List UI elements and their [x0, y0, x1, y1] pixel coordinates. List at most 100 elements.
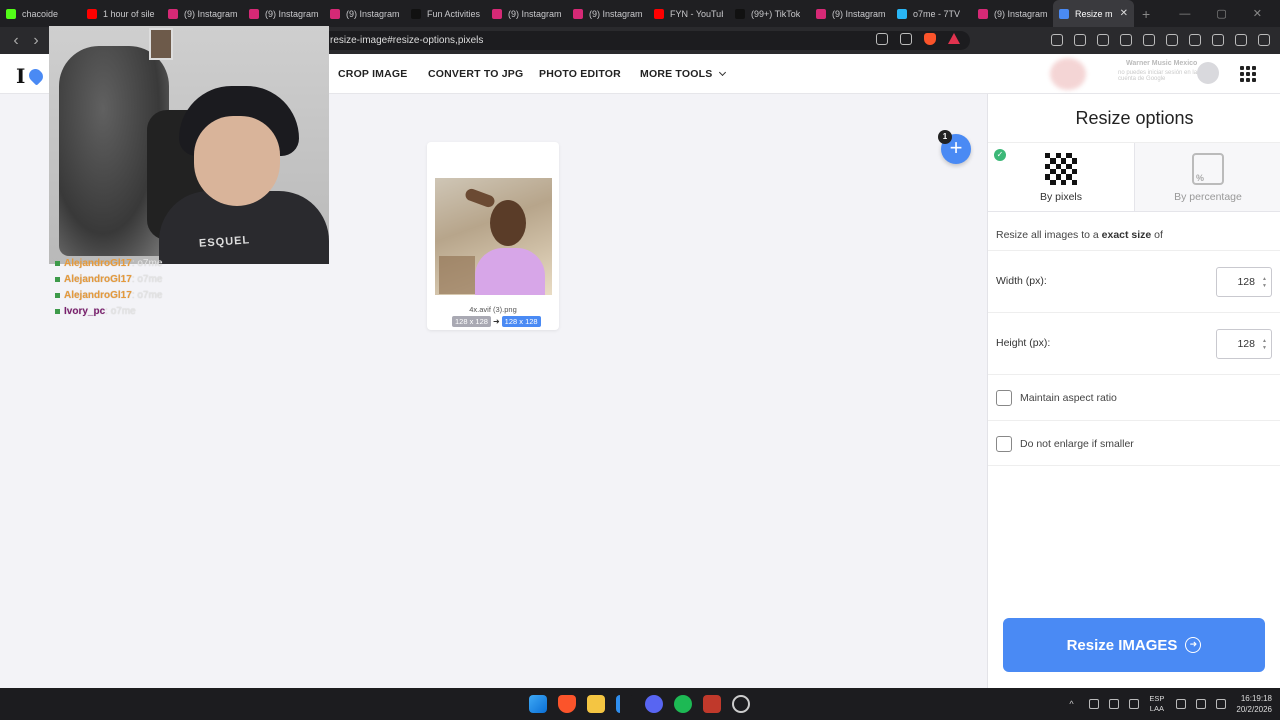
- chat-text: : o7me: [131, 258, 163, 269]
- share-icon[interactable]: [900, 33, 912, 45]
- original-dimensions: 128 x 128: [452, 316, 491, 327]
- tab-title: (9) Instagram: [832, 8, 885, 19]
- tab-title: Resize m: [1075, 8, 1113, 19]
- language-indicator[interactable]: ESP LAA: [1149, 694, 1164, 714]
- tab-title: (9) Instagram: [265, 8, 318, 19]
- sync-icon[interactable]: [1109, 699, 1120, 709]
- nav-crop-image[interactable]: CROP IMAGE: [338, 68, 407, 80]
- onedrive-icon[interactable]: [1089, 699, 1100, 709]
- maximize-icon[interactable]: ▢: [1216, 7, 1226, 20]
- width-value: 128: [1237, 276, 1255, 288]
- badge-icon: [55, 293, 60, 298]
- tab-by-percentage[interactable]: % By percentage: [1134, 143, 1280, 211]
- menu-icon[interactable]: [1258, 34, 1270, 46]
- tab-instagram[interactable]: (9) Instagram: [486, 0, 567, 27]
- site-logo[interactable]: I: [16, 64, 46, 88]
- minimize-icon[interactable]: —: [1179, 8, 1190, 20]
- tab-title: (9) Instagram: [589, 8, 642, 19]
- tab-youtube[interactable]: 1 hour of sile: [81, 0, 162, 27]
- chat-text: : o7me: [105, 306, 136, 317]
- chevron-up-icon[interactable]: ^: [1069, 699, 1079, 709]
- nav-photo-editor[interactable]: PHOTO EDITOR: [539, 68, 621, 80]
- tab-instagram[interactable]: (9) Instagram: [810, 0, 891, 27]
- arrow-right-icon: ➜: [492, 317, 500, 326]
- puzzle-icon[interactable]: [1074, 34, 1086, 46]
- file-dimensions: 128 x 128 ➜ 128 x 128: [452, 316, 541, 327]
- spinner-icon[interactable]: ▲ ▼: [1262, 338, 1267, 352]
- tab-title: FYN - YouTub: [670, 8, 723, 19]
- new-tab-button[interactable]: +: [1142, 6, 1150, 22]
- screenshot-icon[interactable]: [1097, 34, 1109, 46]
- apps-grid-icon[interactable]: [1240, 66, 1256, 82]
- translate-icon[interactable]: [876, 33, 888, 45]
- close-tab-icon[interactable]: ✕: [1120, 8, 1128, 19]
- leo-icon[interactable]: [1212, 34, 1224, 46]
- tab-by-pixels[interactable]: ✓ By pixels: [988, 143, 1134, 211]
- windows-start-icon[interactable]: [529, 695, 547, 713]
- kick-icon: [6, 8, 16, 19]
- extension-icon[interactable]: [1051, 34, 1063, 46]
- spinner-icon[interactable]: ▲ ▼: [1262, 276, 1267, 290]
- voicemeeter-icon[interactable]: [703, 695, 721, 713]
- close-window-icon[interactable]: ✕: [1253, 7, 1262, 20]
- no-enlarge-checkbox[interactable]: [996, 436, 1012, 452]
- microphone-icon[interactable]: [1129, 699, 1140, 709]
- heart-logo-icon: [26, 66, 46, 86]
- youtube-icon: [87, 8, 97, 19]
- height-input[interactable]: 128 ▲ ▼: [1216, 329, 1272, 359]
- promo-line-2: no puedes iniciar sesión en la cuenta de…: [1118, 70, 1198, 82]
- nav-more-tools-label: MORE TOOLS: [640, 68, 713, 80]
- windows-taskbar: ^ ESP LAA 16:19:18 20/2/2026: [0, 688, 1280, 720]
- instagram-icon: [168, 8, 178, 19]
- nav-more-tools[interactable]: MORE TOOLS: [640, 68, 727, 80]
- clock[interactable]: 16:19:18 20/2/2026: [1236, 693, 1272, 715]
- spotify-icon[interactable]: [674, 695, 692, 713]
- user-account-icon[interactable]: [1197, 62, 1219, 84]
- chat-username: Ivory_pc: [64, 306, 106, 317]
- file-explorer-icon[interactable]: [587, 695, 605, 713]
- maintain-aspect-checkbox[interactable]: [996, 390, 1012, 406]
- brave-rewards-icon[interactable]: [948, 33, 960, 44]
- brave-shields-icon[interactable]: [924, 33, 936, 45]
- brave-app-icon[interactable]: [558, 695, 576, 713]
- tab-instagram[interactable]: (9) Instagram: [972, 0, 1053, 27]
- address-bar[interactable]: resize-image#resize-options,pixels: [310, 31, 970, 50]
- bing-icon[interactable]: [616, 695, 634, 713]
- ilovepdf-icon: [1059, 8, 1069, 19]
- instagram-icon: [330, 8, 340, 19]
- tab-tiktok[interactable]: Fun Activities: [405, 0, 486, 27]
- network-icon[interactable]: [1176, 699, 1187, 709]
- image-thumbnail: [435, 178, 552, 295]
- tab-tiktok[interactable]: (99+) TikTok: [729, 0, 810, 27]
- wallet-icon[interactable]: [1189, 34, 1201, 46]
- tab-kick[interactable]: chacoide: [0, 0, 81, 27]
- battery-icon[interactable]: [1216, 699, 1227, 709]
- tab-instagram[interactable]: (9) Instagram: [162, 0, 243, 27]
- height-value: 128: [1237, 338, 1255, 350]
- tab-instagram[interactable]: (9) Instagram: [324, 0, 405, 27]
- chat-message: AlejandroGl17: o7me: [55, 290, 162, 301]
- no-enlarge-label[interactable]: Do not enlarge if smaller: [1020, 438, 1134, 450]
- tab-instagram[interactable]: (9) Instagram: [567, 0, 648, 27]
- tab-instagram[interactable]: (9) Instagram: [243, 0, 324, 27]
- tab-ilovepdf[interactable]: Resize m ✕: [1053, 0, 1134, 27]
- steam-icon[interactable]: [732, 695, 750, 713]
- tab-title: o7me - 7TV: [913, 8, 961, 19]
- sidebar-icon[interactable]: [1166, 34, 1178, 46]
- desc-bold: exact size: [1101, 229, 1152, 241]
- height-row: Height (px): 128 ▲ ▼: [988, 312, 1280, 374]
- back-icon[interactable]: ‹: [6, 32, 26, 50]
- forward-icon[interactable]: ›: [26, 32, 46, 50]
- volume-icon[interactable]: [1196, 699, 1207, 709]
- width-input[interactable]: 128 ▲ ▼: [1216, 267, 1272, 297]
- vpn-icon[interactable]: [1235, 34, 1247, 46]
- file-card[interactable]: 4x.avif (3).png 128 x 128 ➜ 128 x 128: [427, 142, 559, 330]
- download-icon[interactable]: [1120, 34, 1132, 46]
- discord-icon[interactable]: [645, 695, 663, 713]
- nav-convert-to-jpg[interactable]: CONVERT TO JPG: [428, 68, 523, 80]
- media-icon[interactable]: [1143, 34, 1155, 46]
- tab-7tv[interactable]: o7me - 7TV: [891, 0, 972, 27]
- resize-images-button[interactable]: Resize IMAGES ➜: [1003, 618, 1265, 672]
- maintain-aspect-label[interactable]: Maintain aspect ratio: [1020, 392, 1117, 404]
- tab-youtube[interactable]: FYN - YouTub: [648, 0, 729, 27]
